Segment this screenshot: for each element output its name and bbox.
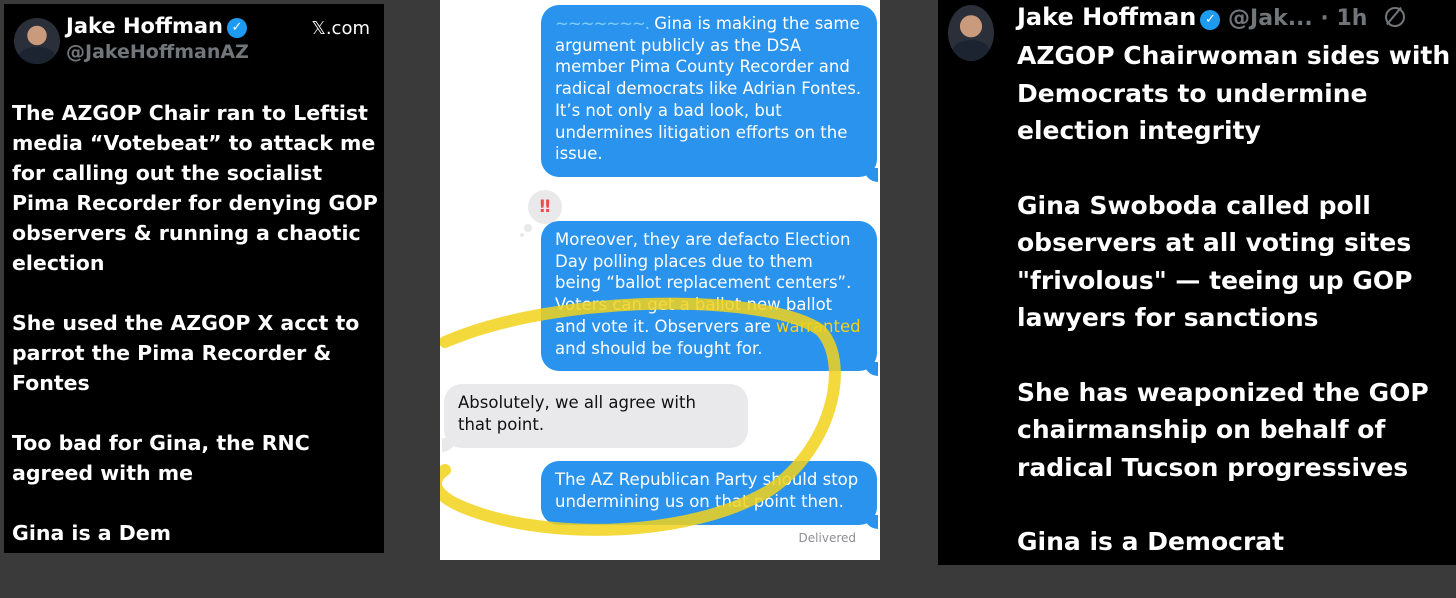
grok-icon[interactable] bbox=[1385, 6, 1406, 27]
imessage-panel: ~~~~~~~. Gina is making the same argumen… bbox=[440, 0, 880, 560]
post-paragraph: Gina is a Democrat bbox=[1017, 527, 1285, 556]
author-handle[interactable]: @JakeHoffmanAZ bbox=[66, 41, 249, 63]
author-handle-time[interactable]: @Jak... · 1h bbox=[1228, 6, 1367, 31]
author-header: Jake Hoffman ✓ @Jak... · 1h bbox=[1017, 3, 1406, 31]
left-post-panel: Jake Hoffman ✓ @JakeHoffmanAZ 𝕏.com The A… bbox=[4, 4, 384, 553]
author-name[interactable]: Jake Hoffman bbox=[66, 14, 223, 38]
author-avatar[interactable] bbox=[948, 5, 994, 61]
post-paragraph: Gina Swoboda called poll observers at al… bbox=[1017, 190, 1413, 333]
post-paragraph: Too bad for Gina, the RNC agreed with me bbox=[12, 431, 310, 485]
annotation-circle bbox=[440, 297, 841, 536]
right-post-panel: Jake Hoffman ✓ @Jak... · 1h AZGOP Chairwo… bbox=[938, 0, 1456, 565]
post-paragraph: AZGOP Chairwoman sides with Democrats to… bbox=[1017, 41, 1451, 145]
author-header: Jake Hoffman ✓ @JakeHoffmanAZ bbox=[66, 14, 249, 63]
post-paragraph: She has weaponized the GOP chairmanship … bbox=[1017, 377, 1429, 482]
author-name[interactable]: Jake Hoffman bbox=[1017, 3, 1196, 31]
verified-badge-icon: ✓ bbox=[226, 18, 247, 38]
post-body: AZGOP Chairwoman sides with Democrats to… bbox=[1017, 37, 1453, 598]
source-label: 𝕏.com bbox=[311, 18, 370, 39]
post-paragraph: The AZGOP Chair ran to Leftist media “Vo… bbox=[12, 101, 378, 275]
post-paragraph: Gina is a Dem bbox=[12, 521, 172, 545]
post-body: The AZGOP Chair ran to Leftist media “Vo… bbox=[12, 98, 378, 548]
verified-badge-icon: ✓ bbox=[1200, 10, 1221, 30]
author-avatar[interactable] bbox=[14, 18, 60, 64]
post-paragraph: She used the AZGOP X acct to parrot the … bbox=[12, 311, 360, 395]
